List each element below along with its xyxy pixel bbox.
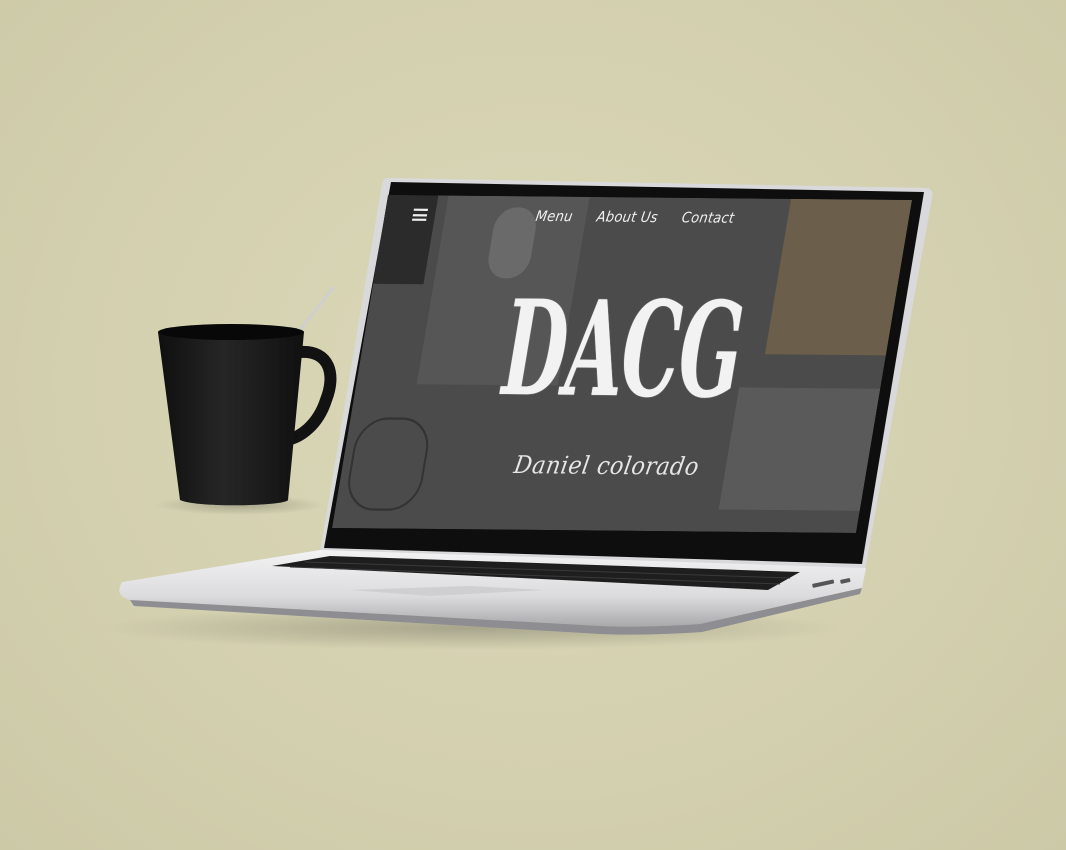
keyboard-photo-right xyxy=(718,387,881,511)
nav-contact[interactable]: Contact xyxy=(680,210,735,227)
top-navigation: Menu About Us Contact xyxy=(534,209,735,228)
site-subtitle: Daniel colorado xyxy=(511,451,702,482)
nav-about-us[interactable]: About Us xyxy=(595,209,659,226)
headphones-photo xyxy=(343,417,434,512)
laptop-screen: Menu About Us Contact DACG Daniel colora… xyxy=(331,195,913,533)
hamburger-menu-icon[interactable] xyxy=(411,208,429,221)
site-logo: DACG xyxy=(490,270,755,428)
coffee-mug xyxy=(158,286,337,506)
nav-menu[interactable]: Menu xyxy=(534,209,574,226)
mockup-scene: Menu About Us Contact DACG Daniel colora… xyxy=(0,0,1066,850)
website-preview: Menu About Us Contact DACG Daniel colora… xyxy=(331,195,913,533)
